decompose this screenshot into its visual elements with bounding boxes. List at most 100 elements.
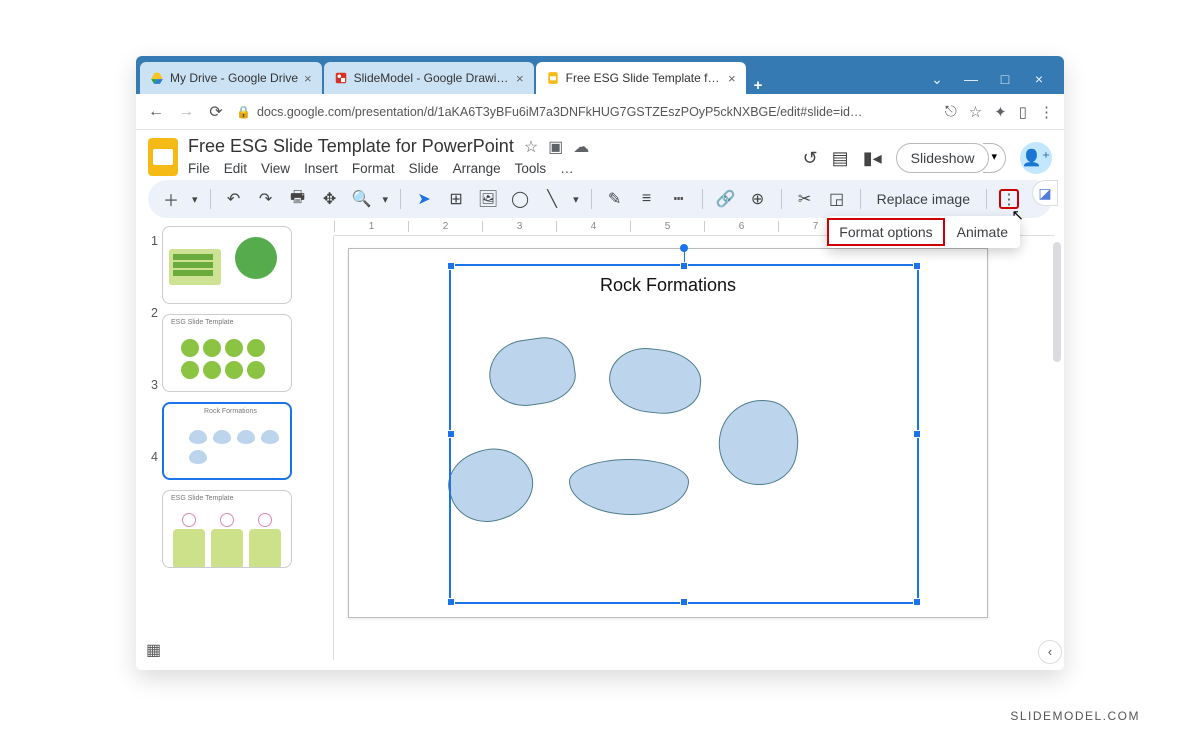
thumb3-rocks bbox=[189, 430, 279, 464]
toolbar-container: ＋ ▾ ↶ ↷ 🖶 ✥ 🔍 ▾ ➤ ⊞ 🖼 ◯ ╲ ▾ ✎ ≡ ┅ 🔗 ⊕ ✂ … bbox=[136, 176, 1064, 218]
rotate-handle[interactable] bbox=[680, 244, 688, 252]
workspace: 1 2 3 4 ESG Slide Template bbox=[136, 218, 1064, 670]
canvas-scrollbar[interactable] bbox=[1053, 242, 1061, 362]
docs-header: Free ESG Slide Template for PowerPoint ☆… bbox=[136, 130, 1064, 176]
chevron-down-icon[interactable]: ⌄ bbox=[926, 71, 948, 88]
move-icon[interactable]: ▣ bbox=[548, 137, 563, 157]
mask-icon[interactable]: ◲ bbox=[826, 189, 848, 209]
link-icon[interactable]: 🔗 bbox=[715, 189, 737, 209]
new-tab-button[interactable]: + bbox=[754, 77, 763, 94]
slideshow-button[interactable]: Slideshow bbox=[896, 143, 990, 173]
extensions-icon[interactable]: ✦ bbox=[994, 103, 1007, 121]
grid-view-icon[interactable]: ▦ bbox=[146, 640, 161, 660]
menu-arrange[interactable]: Arrange bbox=[453, 161, 501, 176]
menu-bar: File Edit View Insert Format Slide Arran… bbox=[188, 161, 793, 176]
border-color-icon[interactable]: ✎ bbox=[604, 189, 626, 209]
selection-box[interactable] bbox=[449, 264, 919, 604]
star-icon[interactable]: ☆ bbox=[969, 103, 982, 121]
star-outline-icon[interactable]: ☆ bbox=[524, 137, 538, 157]
resize-handle-ne[interactable] bbox=[913, 262, 921, 270]
menu-view[interactable]: View bbox=[261, 161, 290, 176]
menu-tools[interactable]: Tools bbox=[515, 161, 547, 176]
line-icon[interactable]: ╲ bbox=[541, 189, 563, 209]
close-window-icon[interactable]: × bbox=[1028, 71, 1050, 88]
close-icon[interactable]: × bbox=[728, 71, 736, 86]
replace-image-button[interactable]: Replace image bbox=[873, 191, 974, 207]
thumb-num-2: 2 bbox=[142, 306, 158, 320]
share-url-icon[interactable]: ⎋ bbox=[945, 103, 957, 120]
crop-icon[interactable]: ✂ bbox=[794, 189, 816, 209]
resize-handle-se[interactable] bbox=[913, 598, 921, 606]
resize-handle-s[interactable] bbox=[680, 598, 688, 606]
format-options-item[interactable]: Format options bbox=[827, 218, 944, 246]
reload-icon[interactable]: ⟳ bbox=[206, 102, 226, 122]
animate-item[interactable]: Animate bbox=[945, 218, 1020, 246]
zoom-dropdown-icon[interactable]: ▾ bbox=[383, 193, 389, 206]
resize-handle-w[interactable] bbox=[447, 430, 455, 438]
resize-handle-sw[interactable] bbox=[447, 598, 455, 606]
resize-handle-e[interactable] bbox=[913, 430, 921, 438]
menu-slide[interactable]: Slide bbox=[409, 161, 439, 176]
browser-tab-drive[interactable]: My Drive - Google Drive × bbox=[140, 62, 322, 94]
side-panel-toggle-icon[interactable]: ◪ bbox=[1032, 180, 1058, 206]
resize-handle-nw[interactable] bbox=[447, 262, 455, 270]
print-icon[interactable]: 🖶 bbox=[287, 186, 309, 213]
menu-more[interactable]: … bbox=[560, 161, 574, 176]
forward-icon[interactable]: → bbox=[176, 103, 196, 121]
present-icon[interactable]: ▮◂ bbox=[863, 148, 882, 169]
select-tool-icon[interactable]: ➤ bbox=[413, 189, 435, 209]
slide-thumb-1[interactable] bbox=[162, 226, 292, 304]
new-slide-dropdown-icon[interactable]: ▾ bbox=[192, 193, 198, 206]
history-icon[interactable]: ↺ bbox=[803, 148, 818, 169]
new-slide-icon[interactable]: ＋ bbox=[160, 187, 182, 211]
zoom-icon[interactable]: 🔍 bbox=[351, 189, 373, 209]
url-field[interactable]: 🔒 docs.google.com/presentation/d/1aKA6T3… bbox=[236, 105, 935, 119]
back-icon[interactable]: ← bbox=[146, 103, 166, 121]
slide-thumb-2[interactable]: ESG Slide Template bbox=[162, 314, 292, 392]
browser-tab-slides[interactable]: Free ESG Slide Template for Pow × bbox=[536, 62, 746, 94]
comment-icon[interactable]: ⊕ bbox=[747, 189, 769, 209]
image-icon[interactable]: 🖼 bbox=[477, 189, 499, 209]
paint-format-icon[interactable]: ✥ bbox=[319, 189, 341, 209]
slides-logo-icon[interactable] bbox=[148, 138, 178, 176]
toolbar: ＋ ▾ ↶ ↷ 🖶 ✥ 🔍 ▾ ➤ ⊞ 🖼 ◯ ╲ ▾ ✎ ≡ ┅ 🔗 ⊕ ✂ … bbox=[148, 180, 1052, 218]
profile-icon[interactable]: ▯ bbox=[1019, 103, 1027, 121]
slide-thumb-3[interactable]: Rock Formations bbox=[162, 402, 292, 480]
minimize-icon[interactable]: — bbox=[960, 71, 982, 88]
redo-icon[interactable]: ↷ bbox=[255, 189, 277, 209]
menu-format[interactable]: Format bbox=[352, 161, 395, 176]
menu-edit[interactable]: Edit bbox=[224, 161, 247, 176]
comments-icon[interactable]: ▤ bbox=[832, 148, 849, 169]
doc-title[interactable]: Free ESG Slide Template for PowerPoint bbox=[188, 136, 514, 157]
line-dropdown-icon[interactable]: ▾ bbox=[573, 193, 579, 206]
maximize-icon[interactable]: □ bbox=[994, 71, 1016, 88]
slide-canvas[interactable]: Rock Formations bbox=[348, 248, 988, 618]
menu-file[interactable]: File bbox=[188, 161, 210, 176]
close-icon[interactable]: × bbox=[304, 71, 312, 86]
slide-thumb-4[interactable]: ESG Slide Template bbox=[162, 490, 292, 568]
menu-insert[interactable]: Insert bbox=[304, 161, 338, 176]
border-weight-icon[interactable]: ≡ bbox=[636, 190, 658, 208]
browser-titlebar: My Drive - Google Drive × SlideModel - G… bbox=[136, 56, 1064, 94]
tab-label: Free ESG Slide Template for Pow bbox=[566, 71, 722, 85]
textbox-icon[interactable]: ⊞ bbox=[445, 189, 467, 209]
browser-window: My Drive - Google Drive × SlideModel - G… bbox=[136, 56, 1064, 670]
shape-icon[interactable]: ◯ bbox=[509, 189, 531, 209]
close-icon[interactable]: × bbox=[516, 71, 524, 86]
tab-label: My Drive - Google Drive bbox=[170, 71, 298, 85]
thumb-num-3: 3 bbox=[142, 378, 158, 392]
cloud-status-icon[interactable]: ☁ bbox=[573, 137, 589, 157]
share-button[interactable]: 👤⁺ bbox=[1020, 142, 1052, 174]
browser-tab-drawings[interactable]: SlideModel - Google Drawings × bbox=[324, 62, 534, 94]
resize-handle-n[interactable] bbox=[680, 262, 688, 270]
undo-icon[interactable]: ↶ bbox=[223, 189, 245, 209]
more-options-icon[interactable]: ⋮ bbox=[999, 189, 1019, 209]
thumb3-title: Rock Formations bbox=[204, 408, 257, 415]
border-dash-icon[interactable]: ┅ bbox=[668, 189, 690, 209]
url-text: docs.google.com/presentation/d/1aKA6T3yB… bbox=[257, 105, 862, 119]
kebab-icon[interactable]: ⋮ bbox=[1039, 103, 1054, 121]
slideshow-dropdown-icon[interactable]: ▾ bbox=[983, 143, 1006, 173]
separator bbox=[702, 189, 703, 209]
hide-side-panel-icon[interactable]: ‹ bbox=[1038, 640, 1062, 664]
watermark: SLIDEMODEL.COM bbox=[1010, 709, 1140, 723]
